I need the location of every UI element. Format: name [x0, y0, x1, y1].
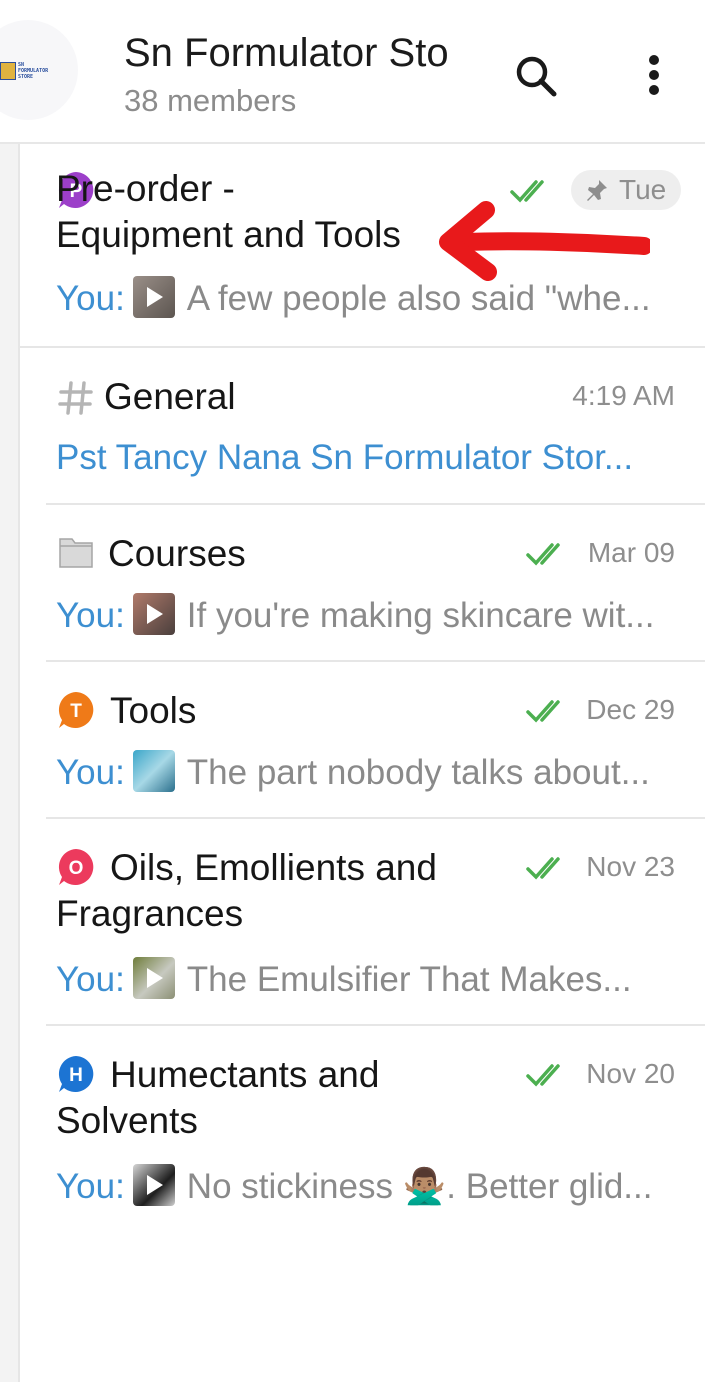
- topic-title: Courses: [108, 531, 246, 577]
- red-arrow-annotation: [439, 201, 650, 281]
- store-logo: SN FORMULATOR STORE: [0, 62, 50, 80]
- sender-prefix: You:: [56, 279, 125, 318]
- sender-prefix: You:: [56, 1167, 125, 1206]
- video-thumbnail: [132, 276, 175, 318]
- sender-prefix: You:: [56, 753, 125, 792]
- search-icon: [516, 56, 557, 97]
- video-thumbnail: [132, 1164, 175, 1206]
- topic-time: Dec 29: [586, 694, 675, 725]
- topic-row-oils[interactable]: O Oils, Emollients and Fragrances Nov 23…: [20, 819, 705, 1026]
- sender-name: Pst Tancy Nana Sn Formulator Stor...: [56, 438, 634, 477]
- hashtag-icon: [58, 381, 93, 415]
- chat-header: SN FORMULATOR STORE Sn Formulator Sto 38…: [0, 0, 705, 144]
- message-preview: You: No stickiness 🙅🏽‍♂️. Better glid...: [56, 1164, 676, 1209]
- sender-prefix: You:: [56, 596, 125, 635]
- logo-icon: [0, 62, 16, 80]
- topic-title-line2: Equipment and Tools: [56, 214, 401, 255]
- topic-title-line1: Tools: [110, 690, 197, 731]
- topic-time: 4:19 AM: [572, 380, 675, 411]
- read-checks-icon: [526, 1064, 560, 1087]
- topic-title: General: [104, 374, 236, 420]
- message-preview: You: The Emulsifier That Makes...: [56, 957, 676, 1002]
- more-options-button[interactable]: [632, 50, 676, 104]
- member-count: 38 members: [124, 83, 297, 118]
- topic-bubble-icon: T: [58, 692, 94, 728]
- read-checks-icon: [526, 857, 560, 880]
- svg-text:T: T: [70, 701, 82, 722]
- message-preview: Pst Tancy Nana Sn Formulator Stor...: [56, 436, 676, 480]
- topic-title-line1: Courses: [108, 533, 246, 574]
- preview-text: The Emulsifier That Makes...: [186, 960, 632, 999]
- video-thumbnail: [132, 593, 175, 635]
- topic-title-line2: Solvents: [56, 1100, 198, 1141]
- topic-title-line1: Humectants and: [110, 1054, 380, 1095]
- topic-time: Nov 20: [586, 1058, 675, 1089]
- topic-title-line1: General: [104, 376, 236, 417]
- image-thumbnail: [132, 750, 175, 792]
- group-title[interactable]: Sn Formulator Sto: [124, 30, 482, 76]
- preview-text: If you're making skincare wit...: [186, 596, 655, 635]
- topic-time: Mar 09: [587, 537, 675, 568]
- read-checks-icon: [526, 700, 560, 723]
- message-preview: You: If you're making skincare wit...: [56, 593, 676, 638]
- topic-row-humectants[interactable]: H Humectants and Solvents Nov 20 You: No …: [20, 1026, 705, 1226]
- topic-row-courses[interactable]: Courses Mar 09 You: If you're making skin…: [20, 505, 705, 662]
- folder-icon: [59, 538, 93, 568]
- search-button[interactable]: [510, 50, 564, 104]
- preview-text: No stickiness 🙅🏽‍♂️. Better glid...: [186, 1167, 653, 1206]
- preview-text: A few people also said "whe...: [186, 279, 651, 318]
- message-preview: You: The part nobody talks about...: [56, 750, 676, 795]
- topic-title-line1: Pre-order -: [56, 168, 235, 209]
- sender-prefix: You:: [56, 960, 125, 999]
- topic-title: Humectants and Solvents: [56, 1052, 379, 1144]
- topic-title: Tools: [110, 688, 196, 734]
- topic-row-tools[interactable]: T Tools Dec 29 You: The part nobody talks…: [20, 662, 705, 819]
- topic-title-line2: Fragrances: [56, 893, 244, 934]
- more-vert-icon: [649, 55, 659, 95]
- preview-text: The part nobody talks about...: [186, 753, 650, 792]
- video-thumbnail: [132, 957, 175, 999]
- read-checks-icon: [526, 543, 560, 566]
- topic-title: Pre-order - Equipment and Tools: [56, 166, 401, 258]
- topic-title: Oils, Emollients and Fragrances: [56, 845, 437, 937]
- topic-row-general[interactable]: General 4:19 AM Pst Tancy Nana Sn Formul…: [20, 348, 705, 505]
- sidebar-edge: [0, 144, 20, 1382]
- topic-title-line1: Oils, Emollients and: [110, 847, 437, 888]
- group-avatar[interactable]: SN FORMULATOR STORE: [0, 20, 78, 120]
- topic-time: Nov 23: [586, 851, 675, 882]
- logo-text: SN FORMULATOR STORE: [18, 62, 49, 80]
